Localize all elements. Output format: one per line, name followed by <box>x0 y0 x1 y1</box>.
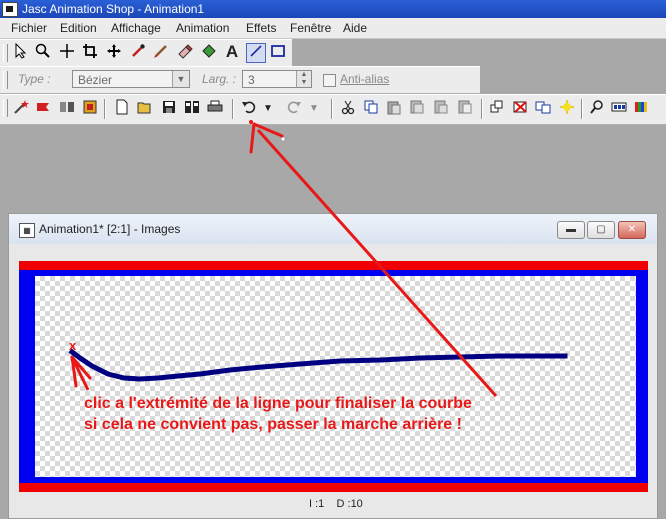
tool-palette: A <box>0 39 292 67</box>
document-icon: ▦ <box>19 223 35 238</box>
app-icon <box>2 2 18 17</box>
banner-icon[interactable] <box>33 99 53 119</box>
menu-bar: Fichier Edition Affichage Animation Effe… <box>0 18 666 39</box>
paste-new-icon[interactable] <box>455 99 475 119</box>
toolbar-grip[interactable] <box>3 44 8 62</box>
toolbar-grip[interactable] <box>3 71 8 89</box>
minimize-button[interactable]: ▬ <box>557 221 585 239</box>
maximize-button[interactable]: ▢ <box>587 221 615 239</box>
menu-animation[interactable]: Animation <box>176 21 229 35</box>
optimize-icon[interactable] <box>57 99 77 119</box>
width-field-value: 3 <box>248 73 255 87</box>
print-icon[interactable] <box>205 99 225 119</box>
toolbar-separator <box>232 99 234 119</box>
chevron-down-icon[interactable]: ▼ <box>172 71 189 87</box>
frame-canvas[interactable] <box>19 261 648 492</box>
film-icon[interactable] <box>80 99 100 119</box>
duplicate-icon[interactable] <box>533 99 553 119</box>
animation-window-title-bar[interactable]: ▦ Animation1* [2:1] - Images ▬ ▢ ✕ <box>9 214 657 244</box>
app-title-bar: Jasc Animation Shop - Animation1 <box>0 0 666 18</box>
frames-view-icon[interactable] <box>609 99 629 119</box>
type-select-value: Bézier <box>78 73 113 87</box>
new-file-icon[interactable] <box>112 99 132 119</box>
type-select[interactable]: Bézier ▼ <box>72 70 190 88</box>
paste-icon[interactable] <box>384 99 404 119</box>
canvas-border-bottom <box>19 483 648 492</box>
dropper-icon[interactable] <box>128 43 148 63</box>
app-title: Jasc Animation Shop - Animation1 <box>22 2 205 16</box>
eraser-icon[interactable] <box>175 43 195 63</box>
transition-icon[interactable] <box>487 99 507 119</box>
width-label: Larg. : <box>202 72 237 86</box>
fill-icon[interactable] <box>199 43 219 63</box>
antialias-label: Anti-alias <box>340 72 390 86</box>
find-icon[interactable] <box>587 99 607 119</box>
text-icon[interactable]: A <box>222 42 242 62</box>
antialias-checkbox[interactable] <box>323 74 336 87</box>
cursor-dot-icon <box>280 136 286 142</box>
rectangle-icon[interactable] <box>268 43 288 63</box>
select-arrow-icon[interactable] <box>11 42 31 63</box>
colors-icon[interactable] <box>632 99 652 119</box>
brush-icon[interactable] <box>151 43 171 63</box>
line-icon[interactable] <box>246 43 266 63</box>
zoom-icon[interactable] <box>33 43 53 63</box>
wizard-icon[interactable] <box>11 99 31 119</box>
menu-fenetre[interactable]: Fenêtre <box>290 21 331 35</box>
width-spinner-icon[interactable]: ▲ ▼ <box>296 71 311 87</box>
redo-dropdown-icon[interactable]: ▼ <box>304 99 324 119</box>
menu-fichier[interactable]: Fichier <box>11 21 47 35</box>
toolbar-grip[interactable] <box>3 99 8 117</box>
canvas-border-top <box>19 261 648 270</box>
undo-icon[interactable] <box>239 99 259 119</box>
annotation-line-2: si cela ne convient pas, passer la march… <box>84 416 462 433</box>
menu-edition[interactable]: Edition <box>60 21 97 35</box>
cut-icon[interactable] <box>338 99 358 119</box>
copy-icon[interactable] <box>361 99 381 119</box>
tool-options-bar: Type : Bézier ▼ Larg. : 3 ▲ ▼ Anti-alias <box>0 66 480 94</box>
toolbar-separator <box>331 99 333 119</box>
frame-status: I :1 D :10 <box>309 498 363 510</box>
width-field[interactable]: 3 ▲ ▼ <box>242 70 312 88</box>
open-folder-icon[interactable] <box>135 99 155 119</box>
annotation-line-1: clic a l'extrémité de la ligne pour fina… <box>84 395 472 412</box>
animation-window-title: Animation1* [2:1] - Images <box>39 222 181 236</box>
crop-icon[interactable] <box>80 43 100 63</box>
paste-after-icon[interactable] <box>431 99 451 119</box>
menu-affichage[interactable]: Affichage <box>111 21 161 35</box>
toolbar-separator <box>104 99 106 119</box>
save-frames-icon[interactable] <box>182 99 202 119</box>
toolbar-separator <box>581 99 583 119</box>
redo-icon[interactable] <box>284 99 304 119</box>
animation-window: ▦ Animation1* [2:1] - Images ▬ ▢ ✕ I :1 … <box>8 213 658 519</box>
main-toolbar: ▼ ▼ <box>0 94 666 125</box>
menu-aide[interactable]: Aide <box>343 21 367 35</box>
undo-dropdown-icon[interactable]: ▼ <box>258 99 278 119</box>
transparent-area[interactable] <box>35 276 636 477</box>
save-icon[interactable] <box>159 99 179 119</box>
close-button[interactable]: ✕ <box>618 221 646 239</box>
effect-icon[interactable] <box>557 99 577 119</box>
move-icon[interactable] <box>104 43 124 63</box>
crosshair-icon[interactable] <box>57 43 77 63</box>
delete-frame-icon[interactable] <box>510 99 530 119</box>
type-label: Type : <box>18 72 51 86</box>
toolbar-separator <box>481 99 483 119</box>
arrowhead-undo-icon <box>249 122 284 154</box>
paste-frame-icon[interactable] <box>407 99 427 119</box>
menu-effets[interactable]: Effets <box>246 21 276 35</box>
